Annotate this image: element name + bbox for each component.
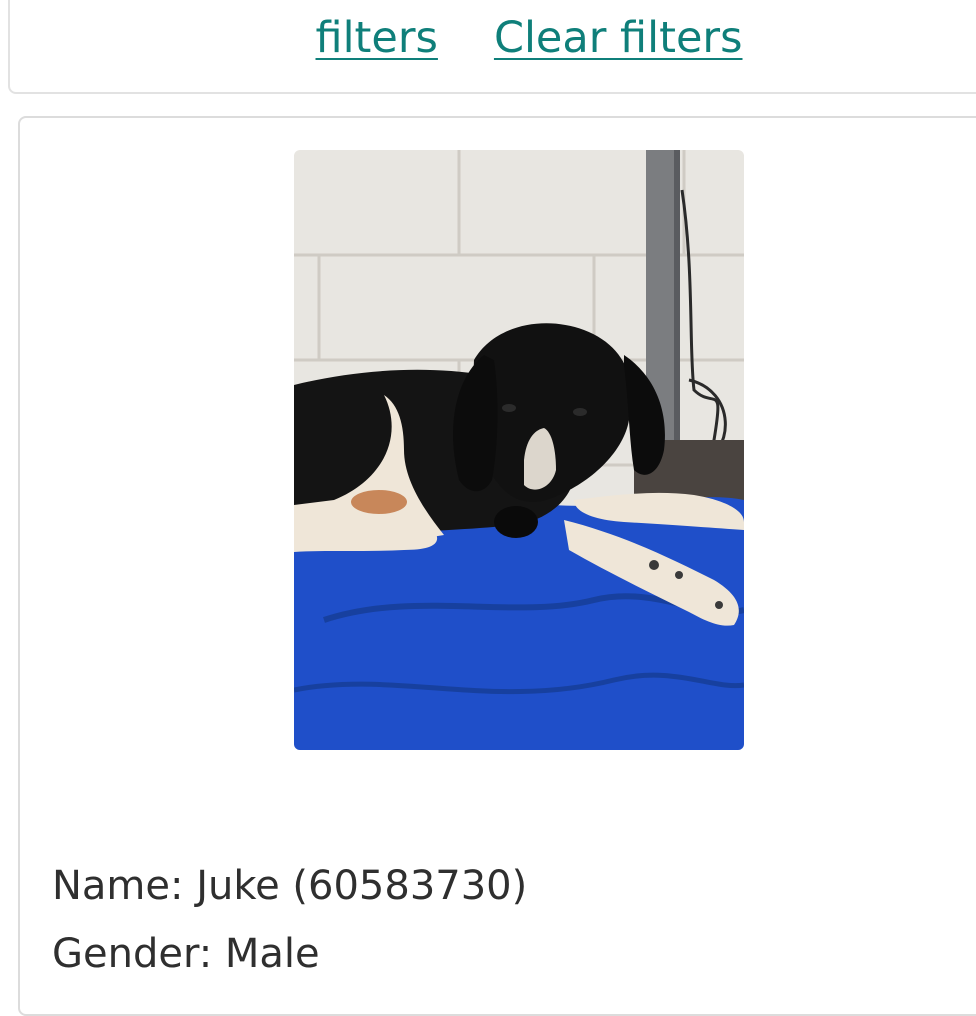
filter-panel: · · · · filters Clear filters (8, 0, 976, 94)
dog-photo-icon (294, 150, 744, 750)
apply-filters-link[interactable]: filters (316, 12, 438, 64)
pet-photo[interactable] (294, 150, 744, 750)
pet-gender: Gender: Male (52, 931, 320, 977)
pet-name: Name: Juke (60583730) (52, 863, 528, 909)
clear-filters-link[interactable]: Clear filters (494, 12, 743, 64)
filter-actions: filters Clear filters (10, 12, 976, 64)
pet-card[interactable]: Name: Juke (60583730) Gender: Male (18, 116, 976, 1016)
